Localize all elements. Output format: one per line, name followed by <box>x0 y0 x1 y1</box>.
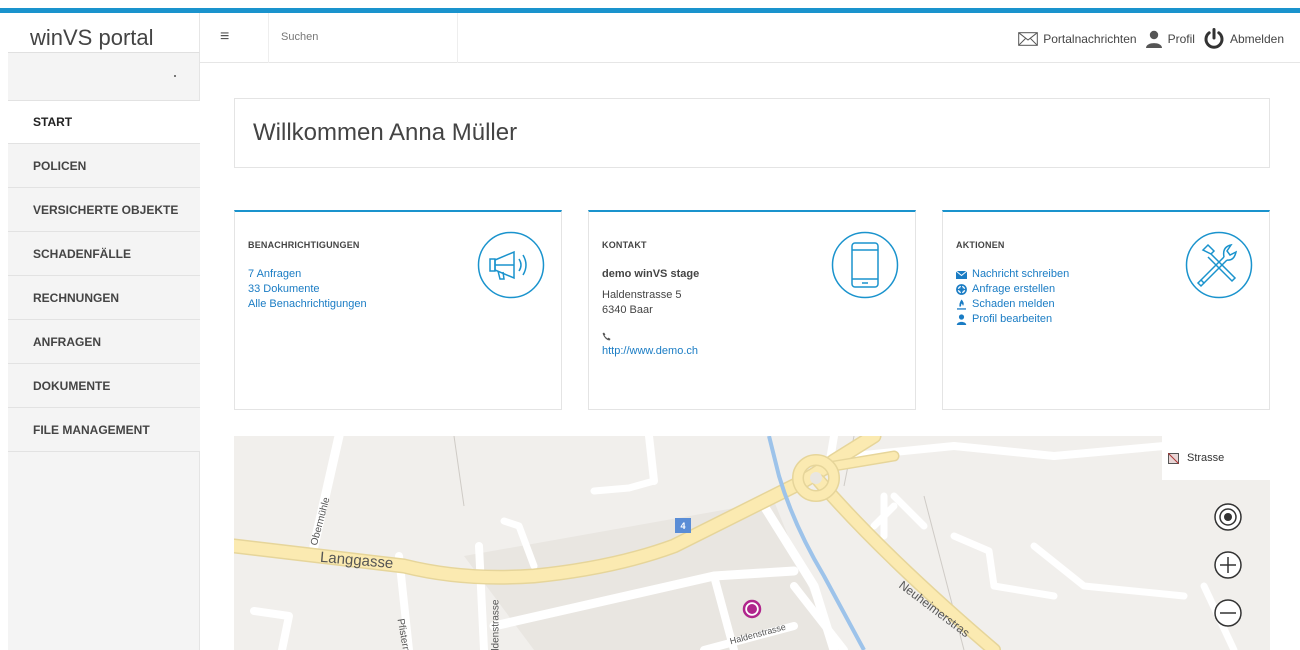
contact-card: KONTAKT demo winVS stage Haldenstrasse 5… <box>588 210 916 410</box>
map-streets <box>234 436 1238 650</box>
documents-link[interactable]: 33 Dokumente <box>248 282 367 297</box>
zoom-in-icon[interactable] <box>1213 550 1243 580</box>
street-label-haldenstrasse-vertical: Haldenstrasse <box>490 599 502 650</box>
phone-icon <box>602 332 611 341</box>
write-message-action[interactable]: Nachricht schreiben <box>956 267 1069 282</box>
notifications-list: 7 Anfragen 33 Dokumente Alle Benachricht… <box>248 267 367 312</box>
logout-link[interactable]: Abmelden <box>1203 28 1284 50</box>
megaphone-icon <box>477 231 545 299</box>
sidebar-item-schadenfaelle[interactable]: SCHADENFÄLLE <box>8 232 200 276</box>
fire-icon <box>957 299 966 310</box>
edit-profile-link[interactable]: Profil bearbeiten <box>972 312 1052 327</box>
portal-messages-label: Portalnachrichten <box>1043 32 1137 46</box>
legend-swatch <box>1168 452 1179 464</box>
legend-label: Strasse <box>1187 452 1225 464</box>
contact-street: Haldenstrasse 5 <box>602 289 682 301</box>
sidebar-dot <box>174 75 176 77</box>
requests-link[interactable]: 7 Anfragen <box>248 267 367 282</box>
edit-profile-action[interactable]: Profil bearbeiten <box>956 312 1069 327</box>
hamburger-menu-icon[interactable]: ≡ <box>220 29 229 45</box>
zoom-out-icon[interactable] <box>1213 598 1243 628</box>
sidebar-item-dokumente[interactable]: DOKUMENTE <box>8 364 200 408</box>
brand-name: winVS portal <box>30 25 154 50</box>
sidebar-item-file-management[interactable]: FILE MANAGEMENT <box>8 408 200 452</box>
create-request-action[interactable]: Anfrage erstellen <box>956 282 1069 297</box>
user-icon <box>1145 30 1162 48</box>
sidebar-nav: START POLICEN VERSICHERTE OBJEKTE SCHADE… <box>8 100 200 452</box>
search-input[interactable] <box>281 27 451 47</box>
location-map[interactable]: 4 Langgasse Obermühle Pfistern Haldenstr… <box>234 436 1270 650</box>
contact-details: demo winVS stage Haldenstrasse 5 6340 Ba… <box>602 267 699 359</box>
sidebar-item-rechnungen[interactable]: RECHNUNGEN <box>8 276 200 320</box>
envelope-icon <box>956 270 967 279</box>
report-damage-link[interactable]: Schaden melden <box>972 297 1055 312</box>
user-icon <box>956 314 967 325</box>
notifications-card: BENACHRICHTIGUNGEN 7 Anfragen 33 Dokumen… <box>234 210 562 410</box>
envelope-icon <box>1018 32 1039 46</box>
brand-logo[interactable]: winVS portal <box>8 13 200 53</box>
logout-label: Abmelden <box>1229 32 1284 46</box>
sidebar: START POLICEN VERSICHERTE OBJEKTE SCHADE… <box>8 53 200 650</box>
sidebar-item-policen[interactable]: POLICEN <box>8 144 200 188</box>
actions-list: Nachricht schreiben Anfrage erstellen Sc… <box>956 267 1069 327</box>
profile-label: Profil <box>1167 32 1195 46</box>
portal-messages-link[interactable]: Portalnachrichten <box>1018 32 1137 46</box>
top-navigation: Portalnachrichten Profil Abmelden <box>1010 28 1284 50</box>
sidebar-item-start[interactable]: START <box>8 100 200 144</box>
contact-company: demo winVS stage <box>602 268 700 280</box>
write-message-link[interactable]: Nachricht schreiben <box>972 267 1069 282</box>
locate-icon[interactable] <box>1213 502 1243 532</box>
sidebar-item-anfragen[interactable]: ANFRAGEN <box>8 320 200 364</box>
actions-card: AKTIONEN Nachricht schreiben Anfrage ers… <box>942 210 1270 410</box>
search-box <box>268 13 458 63</box>
tools-icon <box>1185 231 1253 299</box>
lifebuoy-icon <box>956 284 967 295</box>
welcome-panel: Willkommen Anna Müller <box>234 98 1270 168</box>
create-request-link[interactable]: Anfrage erstellen <box>972 282 1055 297</box>
header-bar: ≡ Portalnachrichten Profil Ab <box>200 13 1300 63</box>
contact-title: KONTAKT <box>602 240 647 250</box>
map-legend[interactable]: Strasse <box>1162 436 1270 480</box>
mobile-phone-icon <box>831 231 899 299</box>
all-notifications-link[interactable]: Alle Benachrichtigungen <box>248 297 367 312</box>
route-badge: 4 <box>675 518 691 533</box>
contact-city: 6340 Baar <box>602 304 653 316</box>
report-damage-action[interactable]: Schaden melden <box>956 297 1069 312</box>
sidebar-item-versicherte-objekte[interactable]: VERSICHERTE OBJEKTE <box>8 188 200 232</box>
notifications-title: BENACHRICHTIGUNGEN <box>248 240 360 250</box>
profile-link[interactable]: Profil <box>1145 30 1195 48</box>
power-icon <box>1204 28 1224 49</box>
actions-title: AKTIONEN <box>956 240 1005 250</box>
page-title: Willkommen Anna Müller <box>253 119 518 146</box>
legend-swatch-pattern <box>1168 452 1179 464</box>
contact-website-link[interactable]: http://www.demo.ch <box>602 344 699 359</box>
